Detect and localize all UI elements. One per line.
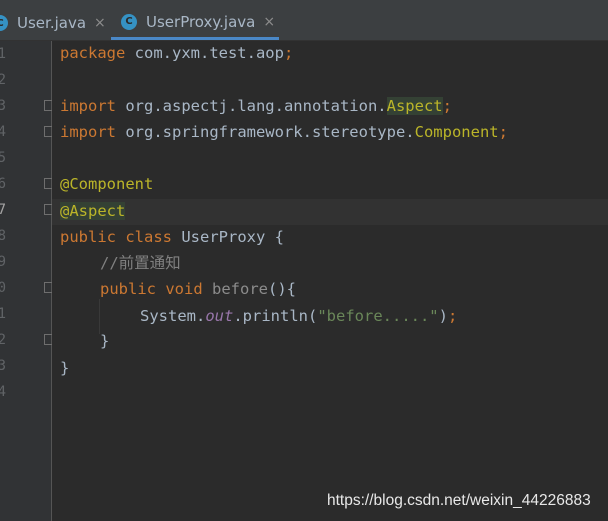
line-number: 6 (0, 176, 6, 192)
line-number: 1 (0, 46, 6, 62)
import-class: Aspect (386, 97, 443, 115)
method-call: .println( (233, 307, 318, 325)
keyword: void (165, 280, 203, 298)
line-number: 0 (0, 280, 6, 296)
code-line-11[interactable]: System.out.println("before....."); (140, 303, 457, 329)
close-paren: ) (438, 307, 448, 325)
comment: //前置通知 (100, 254, 181, 272)
method-params: (){ (268, 280, 297, 298)
tab-label: User.java (17, 14, 87, 32)
keyword: import (60, 123, 116, 141)
line-number: 8 (0, 228, 6, 244)
line-number: 9 (0, 254, 6, 270)
annotation: @Aspect (60, 202, 126, 220)
method-name: before (212, 280, 269, 298)
code-line-12[interactable]: } (100, 328, 109, 354)
keyword: package (60, 44, 126, 62)
class-declaration: UserProxy { (172, 228, 284, 246)
close-icon[interactable]: × (94, 15, 106, 31)
line-number: 2 (0, 332, 6, 348)
brace: } (60, 359, 70, 377)
code-line-9[interactable]: //前置通知 (100, 250, 181, 276)
static-field: out (205, 307, 234, 325)
close-icon[interactable]: × (263, 14, 275, 30)
tab-label: UserProxy.java (146, 12, 256, 31)
watermark-text: https://blog.csdn.net/weixin_44226883 (327, 492, 591, 509)
line-number: 2 (0, 72, 6, 88)
brace: } (100, 332, 110, 350)
code-line-8[interactable]: public class UserProxy { (60, 224, 284, 250)
ide-window: C User.java × C UserProxy.java × 1 2 3 4… (0, 0, 608, 521)
line-number: 1 (0, 306, 6, 322)
java-class-icon: C (121, 13, 137, 30)
string-literal: "before....." (317, 307, 439, 325)
java-class-icon: C (0, 15, 8, 31)
keyword: public (100, 280, 156, 298)
line-number-gutter[interactable]: 1 2 3 4 5 6 7 8 9 0 1 2 3 4 (0, 41, 53, 521)
line-number-current: 7 (0, 202, 6, 218)
semicolon: ; (283, 44, 294, 62)
code-line-3[interactable]: import org.aspectj.lang.annotation.Aspec… (60, 93, 452, 119)
tab-userproxy-java[interactable]: C UserProxy.java × (111, 6, 279, 40)
code-line-4[interactable]: import org.springframework.stereotype.Co… (60, 119, 508, 145)
code-line-10[interactable]: public void before(){ (100, 276, 296, 302)
keyword: class (125, 228, 173, 246)
keyword: import (60, 97, 116, 115)
line-number: 3 (0, 98, 6, 114)
semicolon: ; (448, 307, 458, 325)
editor-tab-bar: C User.java × C UserProxy.java × (0, 0, 608, 41)
package-name: com.yxm.test.aop (125, 44, 284, 62)
line-number: 3 (0, 358, 6, 374)
class-ref: System. (140, 307, 206, 325)
semicolon: ; (498, 123, 508, 141)
code-line-6[interactable]: @Component (60, 171, 153, 197)
line-number: 4 (0, 384, 6, 400)
semicolon: ; (442, 97, 452, 115)
code-line-7[interactable]: @Aspect (60, 198, 126, 224)
line-number: 4 (0, 124, 6, 140)
code-line-1[interactable]: package com.yxm.test.aop; (60, 40, 293, 66)
import-path: org.springframework.stereotype. (116, 123, 415, 141)
import-class: Component (414, 123, 499, 141)
current-line-highlight (52, 199, 608, 225)
import-path: org.aspectj.lang.annotation. (116, 97, 387, 115)
tab-user-java[interactable]: C User.java × (0, 6, 106, 40)
annotation: @Component (60, 175, 154, 193)
code-line-13[interactable]: } (60, 355, 69, 381)
keyword: public (60, 228, 116, 246)
line-number: 5 (0, 150, 6, 166)
